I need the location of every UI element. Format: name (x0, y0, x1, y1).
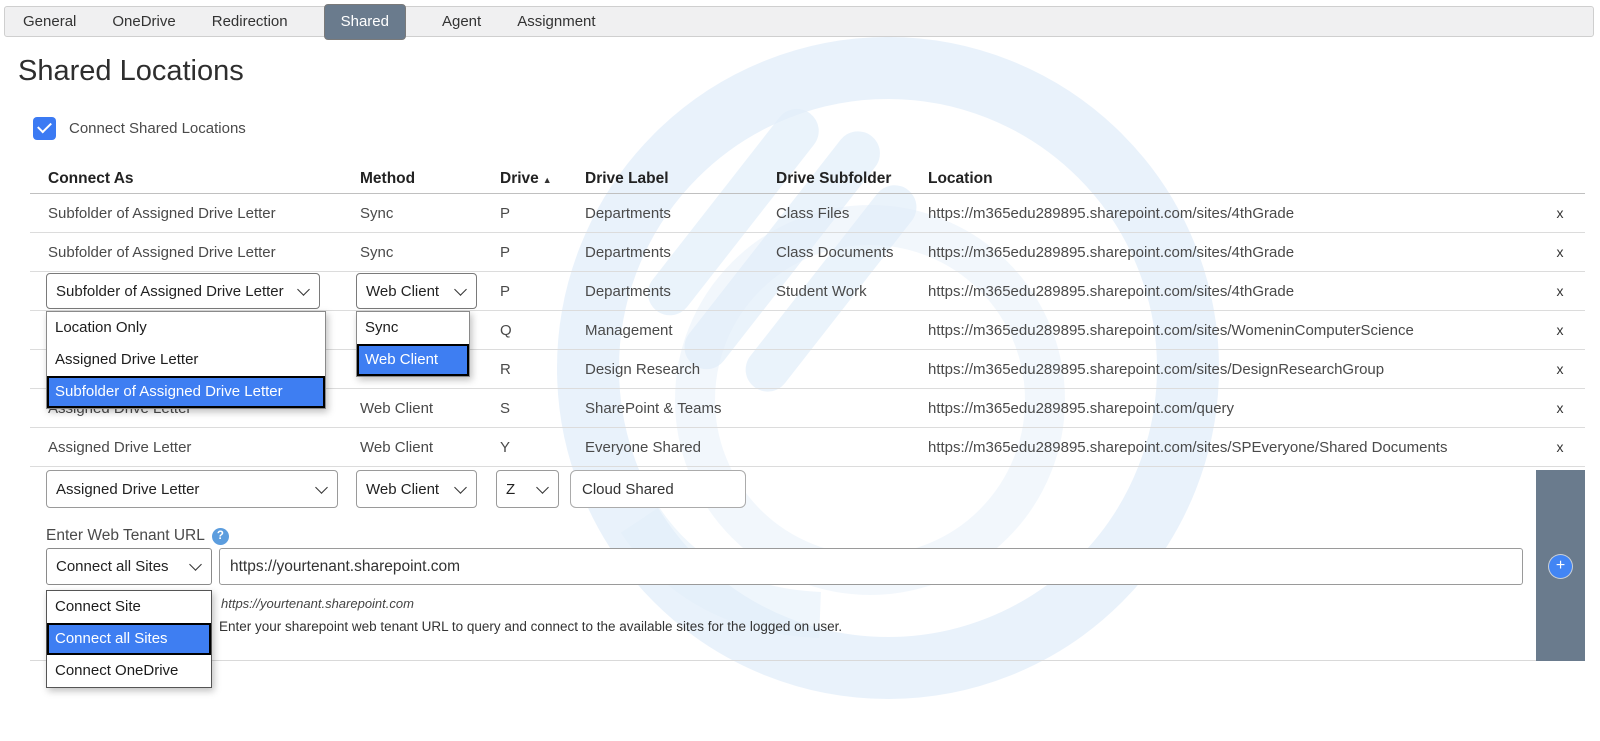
drive-label-cell: Departments (585, 283, 776, 300)
tab-redirection[interactable]: Redirection (212, 13, 288, 30)
drive-label-cell: Departments (585, 205, 776, 222)
tab-agent[interactable]: Agent (442, 13, 481, 30)
checkmark-icon (37, 119, 52, 134)
method-cell: Sync (360, 244, 500, 261)
remove-row-button[interactable]: x (1535, 322, 1585, 338)
column-header-drive[interactable]: Drive▲ (500, 170, 585, 188)
remove-row-button[interactable]: x (1535, 361, 1585, 377)
location-cell: https://m365edu289895.sharepoint.com/sit… (928, 361, 1535, 378)
drive-cell: P (500, 283, 585, 300)
tab-bar: General OneDrive Redirection Shared Agen… (4, 6, 1594, 37)
help-icon[interactable]: ? (212, 528, 229, 545)
tab-assignment[interactable]: Assignment (517, 13, 595, 30)
drive-subfolder-cell: Class Documents (776, 244, 928, 261)
drive-label-cell: SharePoint & Teams (585, 400, 776, 417)
table-row: Subfolder of Assigned Drive Letter Sync … (30, 233, 1585, 272)
dropdown-option-sync[interactable]: Sync (357, 312, 469, 344)
remove-row-button[interactable]: x (1535, 283, 1585, 299)
tenant-url-example-hint: https://yourtenant.sharepoint.com (221, 596, 414, 611)
drive-label-cell: Departments (585, 244, 776, 261)
new-drive-label-input[interactable] (570, 470, 746, 508)
drive-label-cell: Design Research (585, 361, 776, 378)
method-cell: Sync (360, 205, 500, 222)
remove-row-button[interactable]: x (1535, 400, 1585, 416)
location-cell: https://m365edu289895.sharepoint.com/sit… (928, 322, 1535, 339)
column-header-location[interactable]: Location (928, 170, 1535, 188)
connect-shared-locations-checkbox[interactable] (33, 117, 56, 140)
tab-general[interactable]: General (23, 13, 76, 30)
connect-as-dropdown: Location Only Assigned Drive Letter Subf… (46, 311, 326, 409)
table-row-editing: Subfolder of Assigned Drive Letter Web C… (30, 272, 1585, 311)
tab-shared[interactable]: Shared (324, 4, 406, 40)
drive-label-cell: Everyone Shared (585, 439, 776, 456)
new-method-select[interactable]: Web Client (356, 470, 477, 508)
tenant-url-input[interactable] (219, 548, 1523, 585)
drive-subfolder-cell: Student Work (776, 283, 928, 300)
location-cell: https://m365edu289895.sharepoint.com/sit… (928, 205, 1535, 222)
add-location-rail: + (1536, 470, 1585, 661)
new-drive-select[interactable]: Z (496, 470, 559, 508)
chevron-down-icon (297, 283, 310, 296)
table-header-row: Connect As Method Drive▲ Drive Label Dri… (30, 164, 1585, 194)
column-header-drive-subfolder[interactable]: Drive Subfolder (776, 170, 928, 188)
dropdown-option-assigned-drive-letter[interactable]: Assigned Drive Letter (47, 344, 325, 376)
chevron-down-icon (189, 558, 202, 571)
connect-mode-dropdown: Connect Site Connect all Sites Connect O… (46, 590, 212, 688)
drive-cell: R (500, 361, 585, 378)
drive-cell: Q (500, 322, 585, 339)
column-header-connect-as[interactable]: Connect As (48, 170, 360, 188)
new-connect-as-select[interactable]: Assigned Drive Letter (46, 470, 338, 508)
location-cell: https://m365edu289895.sharepoint.com/sit… (928, 244, 1535, 261)
tenant-url-section-label: Enter Web Tenant URL ? (46, 527, 229, 545)
tenant-url-description-hint: Enter your sharepoint web tenant URL to … (219, 619, 842, 634)
drive-label-cell: Management (585, 322, 776, 339)
location-cell: https://m365edu289895.sharepoint.com/sit… (928, 439, 1535, 456)
connect-as-cell: Assigned Drive Letter (48, 439, 360, 456)
method-cell: Web Client (360, 439, 500, 456)
page-title: Shared Locations (18, 55, 244, 88)
connect-as-cell: Subfolder of Assigned Drive Letter (48, 205, 360, 222)
chevron-down-icon (536, 481, 549, 494)
connect-as-cell: Subfolder of Assigned Drive Letter (48, 244, 360, 261)
tab-onedrive[interactable]: OneDrive (112, 13, 175, 30)
dropdown-option-connect-onedrive[interactable]: Connect OneDrive (47, 655, 211, 687)
table-row: Assigned Drive Letter Web Client Y Every… (30, 428, 1585, 467)
remove-row-button[interactable]: x (1535, 439, 1585, 455)
dropdown-option-subfolder-of-assigned-drive-letter[interactable]: Subfolder of Assigned Drive Letter (47, 376, 325, 408)
dropdown-option-connect-all-sites[interactable]: Connect all Sites (47, 623, 211, 655)
method-select[interactable]: Web Client (356, 273, 477, 309)
method-dropdown: Sync Web Client (356, 311, 470, 377)
drive-cell: Y (500, 439, 585, 456)
method-cell: Web Client (360, 400, 500, 417)
add-location-button[interactable]: + (1549, 555, 1572, 578)
drive-subfolder-cell: Class Files (776, 205, 928, 222)
location-cell: https://m365edu289895.sharepoint.com/sit… (928, 283, 1535, 300)
connect-shared-locations-label: Connect Shared Locations (69, 120, 246, 137)
remove-row-button[interactable]: x (1535, 244, 1585, 260)
section-divider (30, 660, 1584, 661)
table-row: Subfolder of Assigned Drive Letter Sync … (30, 194, 1585, 233)
column-header-method[interactable]: Method (360, 170, 500, 188)
drive-cell: P (500, 205, 585, 222)
connect-shared-locations-row: Connect Shared Locations (33, 117, 246, 140)
connect-mode-select[interactable]: Connect all Sites (46, 548, 212, 585)
chevron-down-icon (315, 481, 328, 494)
dropdown-option-location-only[interactable]: Location Only (47, 312, 325, 344)
shared-locations-page: General OneDrive Redirection Shared Agen… (0, 0, 1600, 741)
remove-row-button[interactable]: x (1535, 205, 1585, 221)
sort-ascending-icon: ▲ (543, 175, 552, 185)
chevron-down-icon (454, 283, 467, 296)
drive-cell: S (500, 400, 585, 417)
dropdown-option-connect-site[interactable]: Connect Site (47, 591, 211, 623)
column-header-drive-label[interactable]: Drive Label (585, 170, 776, 188)
location-cell: https://m365edu289895.sharepoint.com/que… (928, 400, 1535, 417)
connect-as-select[interactable]: Subfolder of Assigned Drive Letter (46, 273, 320, 309)
chevron-down-icon (454, 481, 467, 494)
dropdown-option-web-client[interactable]: Web Client (357, 344, 469, 376)
drive-cell: P (500, 244, 585, 261)
